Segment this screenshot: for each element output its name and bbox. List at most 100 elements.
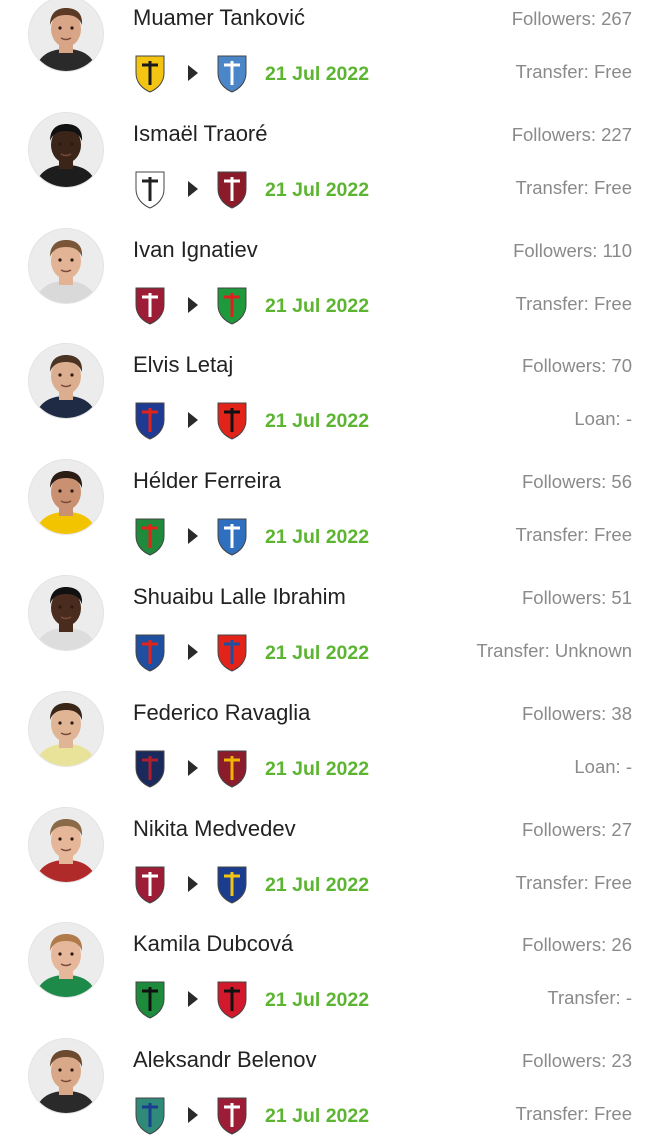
ac-milan-crest-icon (217, 981, 247, 1019)
transfer-fee: Transfer: Free (515, 524, 632, 546)
from-club-crest[interactable] (133, 516, 167, 556)
fc-metz-crest-icon (217, 171, 247, 209)
to-club-crest[interactable] (215, 1095, 249, 1135)
transfer-row[interactable]: Hélder Ferreira Followers: 56 21 Jul 202… (0, 449, 662, 565)
pacos-ferreira-crest-icon (135, 518, 165, 556)
transfer-route: 21 Jul 2022 (133, 632, 383, 672)
to-club-crest[interactable] (215, 169, 249, 209)
player-avatar[interactable] (29, 1039, 103, 1114)
followers-count: Followers: 70 (521, 355, 632, 377)
arrow-right-icon (188, 875, 198, 892)
arrow-right-icon (188, 412, 198, 429)
player-photo (29, 807, 103, 882)
to-club-crest[interactable] (215, 53, 249, 93)
followers-count: Followers: 27 (521, 818, 632, 840)
transfer-route: 21 Jul 2022 (133, 516, 383, 556)
transfer-row[interactable]: Shuaibu Lalle Ibrahim Followers: 51 21 J… (0, 565, 662, 681)
player-name[interactable]: Elvis Letaj (133, 351, 233, 379)
followers-count: Followers: 38 (521, 702, 632, 724)
novi-pazar-crest-icon (135, 634, 165, 672)
transfer-route: 21 Jul 2022 (133, 864, 383, 904)
transfer-fee: Loan: - (574, 408, 632, 430)
followers-count: Followers: 227 (511, 123, 632, 145)
player-avatar[interactable] (29, 691, 103, 766)
transfer-fee: Transfer: Free (515, 61, 632, 82)
transfer-fee: Transfer: - (547, 987, 632, 1009)
transfer-row[interactable]: Elvis Letaj Followers: 70 21 Jul 2022 Lo… (0, 333, 662, 449)
followers-count: Followers: 26 (521, 934, 632, 956)
from-club-crest[interactable] (133, 400, 167, 440)
transfer-route: 21 Jul 2022 (133, 169, 383, 209)
transfer-fee: Transfer: Free (515, 871, 632, 893)
from-club-crest[interactable] (133, 1095, 167, 1135)
arrow-right-icon (188, 528, 198, 545)
from-club-crest[interactable] (133, 169, 167, 209)
transfer-fee: Transfer: Unknown (476, 639, 632, 661)
player-photo (29, 1039, 103, 1114)
transfer-row[interactable]: Kamila Dubcová Followers: 26 21 Jul 2022… (0, 912, 662, 1028)
bologna-crest-icon (135, 750, 165, 788)
from-club-crest[interactable] (133, 285, 167, 325)
rubin-kazan-crest-icon (135, 866, 165, 904)
to-club-crest[interactable] (215, 979, 249, 1019)
player-avatar[interactable] (29, 923, 103, 998)
transfer-route: 21 Jul 2022 (133, 748, 383, 788)
transfer-row[interactable]: Nikita Medvedev Followers: 27 21 Jul 202… (0, 797, 662, 913)
to-club-crest[interactable] (215, 864, 249, 904)
to-club-crest[interactable] (215, 516, 249, 556)
reggina-crest-icon (217, 750, 247, 788)
arrow-right-icon (188, 759, 198, 776)
transfer-row[interactable]: Ismaël Traoré Followers: 227 21 Jul 2022… (0, 102, 662, 218)
player-name[interactable]: Shuaibu Lalle Ibrahim (133, 583, 346, 611)
player-photo (29, 575, 103, 650)
player-name[interactable]: Kamila Dubcová (133, 930, 293, 958)
transfer-date: 21 Jul 2022 (265, 1105, 370, 1128)
transfer-row[interactable]: Muamer Tanković Followers: 267 21 Jul 20… (0, 0, 662, 102)
player-name[interactable]: Muamer Tanković (133, 4, 305, 32)
to-club-crest[interactable] (215, 632, 249, 672)
player-name[interactable]: Nikita Medvedev (133, 815, 296, 843)
player-name[interactable]: Ismaël Traoré (133, 120, 268, 148)
player-avatar[interactable] (29, 575, 103, 650)
from-club-crest[interactable] (133, 53, 167, 93)
to-club-crest[interactable] (215, 285, 249, 325)
hajduk-split-crest-icon (135, 402, 165, 440)
transfer-date: 21 Jul 2022 (265, 989, 370, 1012)
player-avatar[interactable] (29, 228, 103, 303)
player-photo (29, 0, 103, 71)
player-name[interactable]: Aleksandr Belenov (133, 1046, 316, 1074)
transfer-date: 21 Jul 2022 (265, 410, 370, 433)
from-club-crest[interactable] (133, 632, 167, 672)
arrow-right-icon (188, 1107, 198, 1124)
player-photo (29, 691, 103, 766)
arrow-right-icon (188, 991, 198, 1008)
transfer-row[interactable]: Ivan Ignatiev Followers: 110 21 Jul 2022… (0, 218, 662, 334)
player-avatar[interactable] (29, 0, 103, 71)
player-avatar[interactable] (29, 807, 103, 882)
followers-count: Followers: 23 (521, 1050, 632, 1072)
player-photo (29, 923, 103, 998)
from-club-crest[interactable] (133, 979, 167, 1019)
to-club-crest[interactable] (215, 748, 249, 788)
transfer-row[interactable]: Federico Ravaglia Followers: 38 21 Jul 2… (0, 681, 662, 797)
from-club-crest[interactable] (133, 748, 167, 788)
from-club-crest[interactable] (133, 864, 167, 904)
kf-tirana-crest-icon (217, 402, 247, 440)
sassuolo-crest-icon (135, 981, 165, 1019)
player-name[interactable]: Federico Ravaglia (133, 699, 310, 727)
arrow-right-icon (188, 643, 198, 660)
player-name[interactable]: Ivan Ignatiev (133, 236, 258, 264)
arrow-right-icon (188, 65, 198, 81)
transfer-list: Muamer Tanković Followers: 267 21 Jul 20… (0, 0, 662, 1144)
rostov-crest-icon (217, 866, 247, 904)
transfer-row[interactable]: Aleksandr Belenov Followers: 23 21 Jul 2… (0, 1028, 662, 1144)
player-name[interactable]: Hélder Ferreira (133, 467, 281, 495)
transfer-date: 21 Jul 2022 (265, 526, 370, 549)
transfer-route: 21 Jul 2022 (133, 1095, 383, 1135)
arrow-right-icon (188, 180, 198, 197)
player-avatar[interactable] (29, 460, 103, 535)
player-avatar[interactable] (29, 112, 103, 187)
player-avatar[interactable] (29, 344, 103, 419)
to-club-crest[interactable] (215, 400, 249, 440)
transfer-fee: Transfer: Free (515, 1103, 632, 1125)
